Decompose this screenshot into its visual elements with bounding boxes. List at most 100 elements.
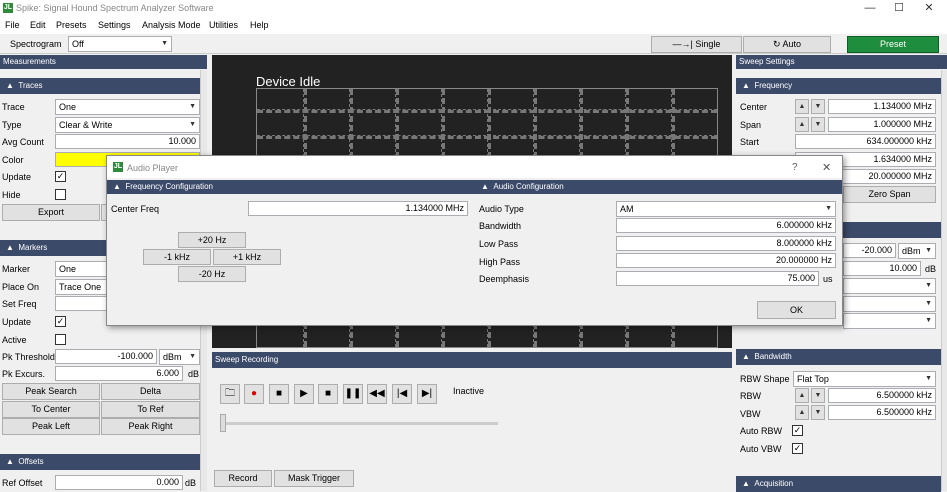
minus-1khz-button[interactable]: -1 kHz [143,249,211,265]
deemphasis-unit: us [823,274,833,284]
menu-analysis-mode[interactable]: Analysis Mode [142,20,201,30]
amplitude-select-2[interactable]: ▼ [843,296,936,312]
peak-left-button[interactable]: Peak Left [2,418,100,435]
menu-edit[interactable]: Edit [30,20,46,30]
trace-select[interactable]: One ▼ [55,99,200,115]
help-icon[interactable]: ? [792,162,798,173]
rewind-icon[interactable]: ◀◀ [367,384,387,404]
ref-offset-label: Ref Offset [2,478,43,488]
hide-checkbox[interactable] [55,189,66,200]
peak-right-button[interactable]: Peak Right [101,418,200,435]
pk-threshold-field[interactable]: -100.000 [55,349,157,364]
deemphasis-field[interactable]: 75.000 [616,271,819,286]
play-icon[interactable]: ▶ [294,384,314,404]
pk-threshold-unit-select[interactable]: dBm ▼ [159,349,200,365]
menu-file[interactable]: File [5,20,20,30]
active-checkbox[interactable] [55,334,66,345]
peak-search-button[interactable]: Peak Search [2,383,100,400]
center-freq-field[interactable]: 1.134000 MHz [248,201,468,216]
pk-excurs-unit: dB [188,369,200,379]
update-checkbox[interactable]: ✓ [55,171,66,182]
to-ref-button[interactable]: To Ref [101,401,200,418]
app-icon: JL [3,3,13,13]
high-pass-field[interactable]: 20.000000 Hz [616,253,836,268]
center-freq-field[interactable]: 1.134000 MHz [828,99,936,114]
low-pass-field[interactable]: 8.000000 kHz [616,236,836,251]
menu-settings[interactable]: Settings [98,20,131,30]
center-up-icon[interactable]: ▲ [795,99,809,114]
maximize-icon[interactable]: ☐ [884,0,914,17]
dialog-close-icon[interactable]: ✕ [822,161,831,174]
minus-20hz-button[interactable]: -20 Hz [178,266,246,282]
div-field[interactable]: 10.000 [843,261,921,276]
close-icon[interactable]: ✕ [914,0,944,17]
ref-level-unit-select[interactable]: dBm ▼ [898,243,936,259]
plus-1khz-button[interactable]: +1 kHz [213,249,281,265]
chevron-down-icon: ▼ [825,205,832,212]
playback-slider-handle[interactable] [220,414,226,432]
single-button[interactable]: —→| Single [651,36,742,53]
auto-rbw-checkbox[interactable]: ✓ [792,425,803,436]
record-tab-button[interactable]: Record [214,470,272,487]
toolbar: Spectrogram Off ▼ —→| Single ↻ Auto Prese… [0,34,947,54]
span-label: Span [740,120,762,130]
bandwidth-field[interactable]: 6.000000 kHz [616,218,836,233]
ref-offset-field[interactable]: 0.000 [55,475,183,490]
marker-update-checkbox[interactable]: ✓ [55,316,66,327]
zero-span-button[interactable]: Zero Span [843,186,936,203]
acquisition-section-header[interactable]: ▲ Acquisition [736,476,941,492]
rbw-field[interactable]: 6.500000 kHz [828,388,936,403]
vbw-down-icon[interactable]: ▼ [811,405,825,420]
avg-count-label: Avg Count [2,137,44,147]
amplitude-section-header[interactable] [843,222,941,238]
pk-excurs-field[interactable]: 6.000 [55,366,183,381]
bandwidth-section-header[interactable]: ▲ Bandwidth [736,349,941,365]
span-field[interactable]: 1.000000 MHz [828,117,936,132]
step-forward-icon[interactable]: ▶| [417,384,437,404]
offsets-section-header[interactable]: ▲ Offsets [0,454,207,470]
menu-help[interactable]: Help [250,20,269,30]
span-down-icon[interactable]: ▼ [811,117,825,132]
vbw-field[interactable]: 6.500000 kHz [828,405,936,420]
step-back-icon[interactable]: |◀ [392,384,412,404]
export-button[interactable]: Export [2,204,100,221]
start-field[interactable]: 634.000000 kHz [795,134,936,149]
auto-vbw-checkbox[interactable]: ✓ [792,443,803,454]
right-scrollbar[interactable] [941,70,947,491]
span-up-icon[interactable]: ▲ [795,117,809,132]
type-select[interactable]: Clear & Write ▼ [55,117,200,133]
traces-section-header[interactable]: ▲ Traces [0,78,207,94]
type-label: Type [2,120,22,130]
auto-button[interactable]: ↻ Auto [743,36,831,53]
ref-level-field[interactable]: -20.000 [843,243,896,258]
menu-presets[interactable]: Presets [56,20,87,30]
plot-status: Device Idle [256,74,321,89]
folder-icon[interactable]: 🗀 [220,384,240,404]
pause-icon[interactable]: ❚❚ [343,384,363,404]
mask-trigger-button[interactable]: Mask Trigger [274,470,354,487]
delta-button[interactable]: Delta [101,383,200,400]
rbw-up-icon[interactable]: ▲ [795,388,809,403]
menu-utilities[interactable]: Utilities [209,20,238,30]
ok-button[interactable]: OK [757,301,836,319]
vbw-up-icon[interactable]: ▲ [795,405,809,420]
rbw-shape-select[interactable]: Flat Top ▼ [793,371,936,387]
stop-playback-icon[interactable]: ■ [318,384,338,404]
amplitude-select-3[interactable]: ▼ [843,313,936,329]
to-center-button[interactable]: To Center [2,401,100,418]
preset-button[interactable]: Preset [847,36,939,53]
center-down-icon[interactable]: ▼ [811,99,825,114]
rbw-down-icon[interactable]: ▼ [811,388,825,403]
minimize-icon[interactable]: — [855,0,885,17]
record-icon[interactable]: ● [244,384,264,404]
frequency-section-header[interactable]: ▲ Frequency [736,78,941,94]
amplitude-select-1[interactable]: ▼ [843,278,936,294]
audio-player-dialog: JL Audio Player ? ✕ ▲ Frequency Configur… [106,155,843,326]
avg-count-field[interactable]: 10.000 [55,134,200,149]
dialog-app-icon: JL [113,162,123,172]
plus-20hz-button[interactable]: +20 Hz [178,232,246,248]
spectrogram-select[interactable]: Off ▼ [68,36,172,52]
audio-type-select[interactable]: AM ▼ [616,201,836,217]
playback-slider-track[interactable] [220,422,498,425]
stop-icon[interactable]: ■ [269,384,289,404]
